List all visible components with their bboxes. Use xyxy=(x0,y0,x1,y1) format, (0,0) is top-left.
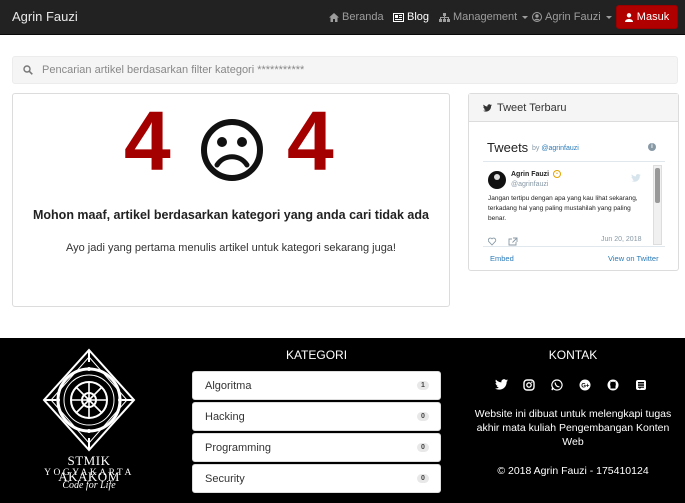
nav-user-label: Agrin Fauzi xyxy=(545,11,601,23)
search-input[interactable] xyxy=(42,64,642,76)
twitter-icon[interactable] xyxy=(495,379,508,392)
twitter-icon[interactable] xyxy=(631,171,641,185)
category-item-algoritma[interactable]: Algoritma 1 xyxy=(192,371,441,400)
whatsapp-icon[interactable] xyxy=(551,379,564,392)
stack-exchange-icon[interactable] xyxy=(635,379,648,392)
contact-text: Website ini dibuat untuk melengkapi tuga… xyxy=(474,408,672,448)
tweet-panel-title: Tweet Terbaru xyxy=(497,101,567,114)
category-item-hacking[interactable]: Hacking 0 xyxy=(192,402,441,431)
category-name: Algoritma xyxy=(205,379,252,392)
avatar[interactable] xyxy=(488,171,506,189)
category-item-programming[interactable]: Programming 0 xyxy=(192,433,441,462)
sitemap-icon xyxy=(439,12,450,22)
search-bar xyxy=(12,56,678,84)
tweet-author-handle[interactable]: @agrinfauzi xyxy=(511,181,548,188)
nav-blog-label: Blog xyxy=(407,11,430,23)
nav-management[interactable]: Management xyxy=(439,11,529,23)
nav-user[interactable]: Agrin Fauzi xyxy=(532,11,612,23)
stmik-akakom-logo xyxy=(42,348,136,455)
home-icon xyxy=(329,12,339,22)
tweet-text: Jangan tertipu dengan apa yang kau lihat… xyxy=(488,195,638,222)
nav-beranda[interactable]: Beranda xyxy=(329,11,384,23)
navbar: Agrin Fauzi Beranda Blog Management Agri… xyxy=(0,0,685,35)
contact-title: KONTAK xyxy=(548,348,598,362)
category-name: Programming xyxy=(205,441,272,454)
nav-management-label: Management xyxy=(453,11,518,23)
social-links: G+ xyxy=(495,379,648,392)
category-count-badge: 0 xyxy=(417,443,429,452)
tweet-panel-heading: Tweet Terbaru xyxy=(469,94,678,122)
sad-face-icon xyxy=(200,118,264,185)
login-button[interactable]: Masuk xyxy=(616,5,678,29)
github-icon[interactable] xyxy=(607,379,620,392)
tweets-by: by @agrinfauzi xyxy=(532,145,579,152)
not-found-panel: 4 4 Mohon maaf, artikel berdasarkan kate… xyxy=(12,93,450,307)
logo-city: YOGYAKARTA xyxy=(44,468,134,478)
error-digit-right: 4 xyxy=(287,94,334,188)
copyright: © 2018 Agrin Fauzi - 175410124 xyxy=(497,465,649,477)
instagram-icon[interactable] xyxy=(523,379,536,392)
user-icon xyxy=(624,12,633,22)
divider xyxy=(483,246,665,247)
category-count-badge: 1 xyxy=(417,381,429,390)
tweet-scrollbar[interactable] xyxy=(653,165,662,245)
google-plus-icon[interactable]: G+ xyxy=(579,379,592,392)
chevron-down-icon xyxy=(605,15,612,19)
logo-motto: Code for Life xyxy=(62,480,116,491)
brand-link[interactable]: Agrin Fauzi xyxy=(12,9,78,24)
tweets-by-handle-link[interactable]: @agrinfauzi xyxy=(541,145,578,152)
share-icon[interactable] xyxy=(508,237,518,246)
tweet-panel: Tweet Terbaru Tweets by @agrinfauzi i Ag… xyxy=(468,93,679,271)
tweet-author-name[interactable]: Agrin Fauzi xyxy=(511,171,549,178)
footer: STMIK AKAKOM YOGYAKARTA Code for Life KA… xyxy=(0,338,685,503)
category-name: Security xyxy=(205,472,245,485)
view-on-twitter-link[interactable]: View on Twitter xyxy=(608,254,659,263)
category-name: Hacking xyxy=(205,410,245,423)
category-count-badge: 0 xyxy=(417,474,429,483)
error-digit-left: 4 xyxy=(124,94,171,188)
tweet-date[interactable]: Jun 20, 2018 xyxy=(601,236,641,243)
tweets-by-prefix: by xyxy=(532,145,540,152)
user-circle-icon xyxy=(532,12,542,22)
chevron-down-icon xyxy=(522,15,529,19)
category-list: Algoritma 1 Hacking 0 Programming 0 Secu… xyxy=(192,371,441,495)
nav-blog[interactable]: Blog xyxy=(393,11,429,23)
embed-link[interactable]: Embed xyxy=(490,254,514,263)
heart-icon[interactable] xyxy=(487,237,497,246)
info-icon[interactable]: i xyxy=(648,143,656,151)
scrollbar-thumb[interactable] xyxy=(655,168,660,203)
login-label: Masuk xyxy=(636,11,670,23)
nav-beranda-label: Beranda xyxy=(342,11,384,23)
emoji-icon: • xyxy=(553,170,561,178)
error-subtitle: Ayo jadi yang pertama menulis artikel un… xyxy=(66,242,396,254)
categories-title: KATEGORI xyxy=(285,348,348,362)
category-count-badge: 0 xyxy=(417,412,429,421)
newspaper-icon xyxy=(393,12,404,22)
category-item-security[interactable]: Security 0 xyxy=(192,464,441,493)
tweets-widget-title: Tweets xyxy=(487,140,529,155)
svg-text:G+: G+ xyxy=(581,383,590,389)
error-title: Mohon maaf, artikel berdasarkan kategori… xyxy=(33,208,429,222)
search-icon xyxy=(23,65,33,75)
divider xyxy=(483,161,665,162)
twitter-icon xyxy=(483,103,492,112)
